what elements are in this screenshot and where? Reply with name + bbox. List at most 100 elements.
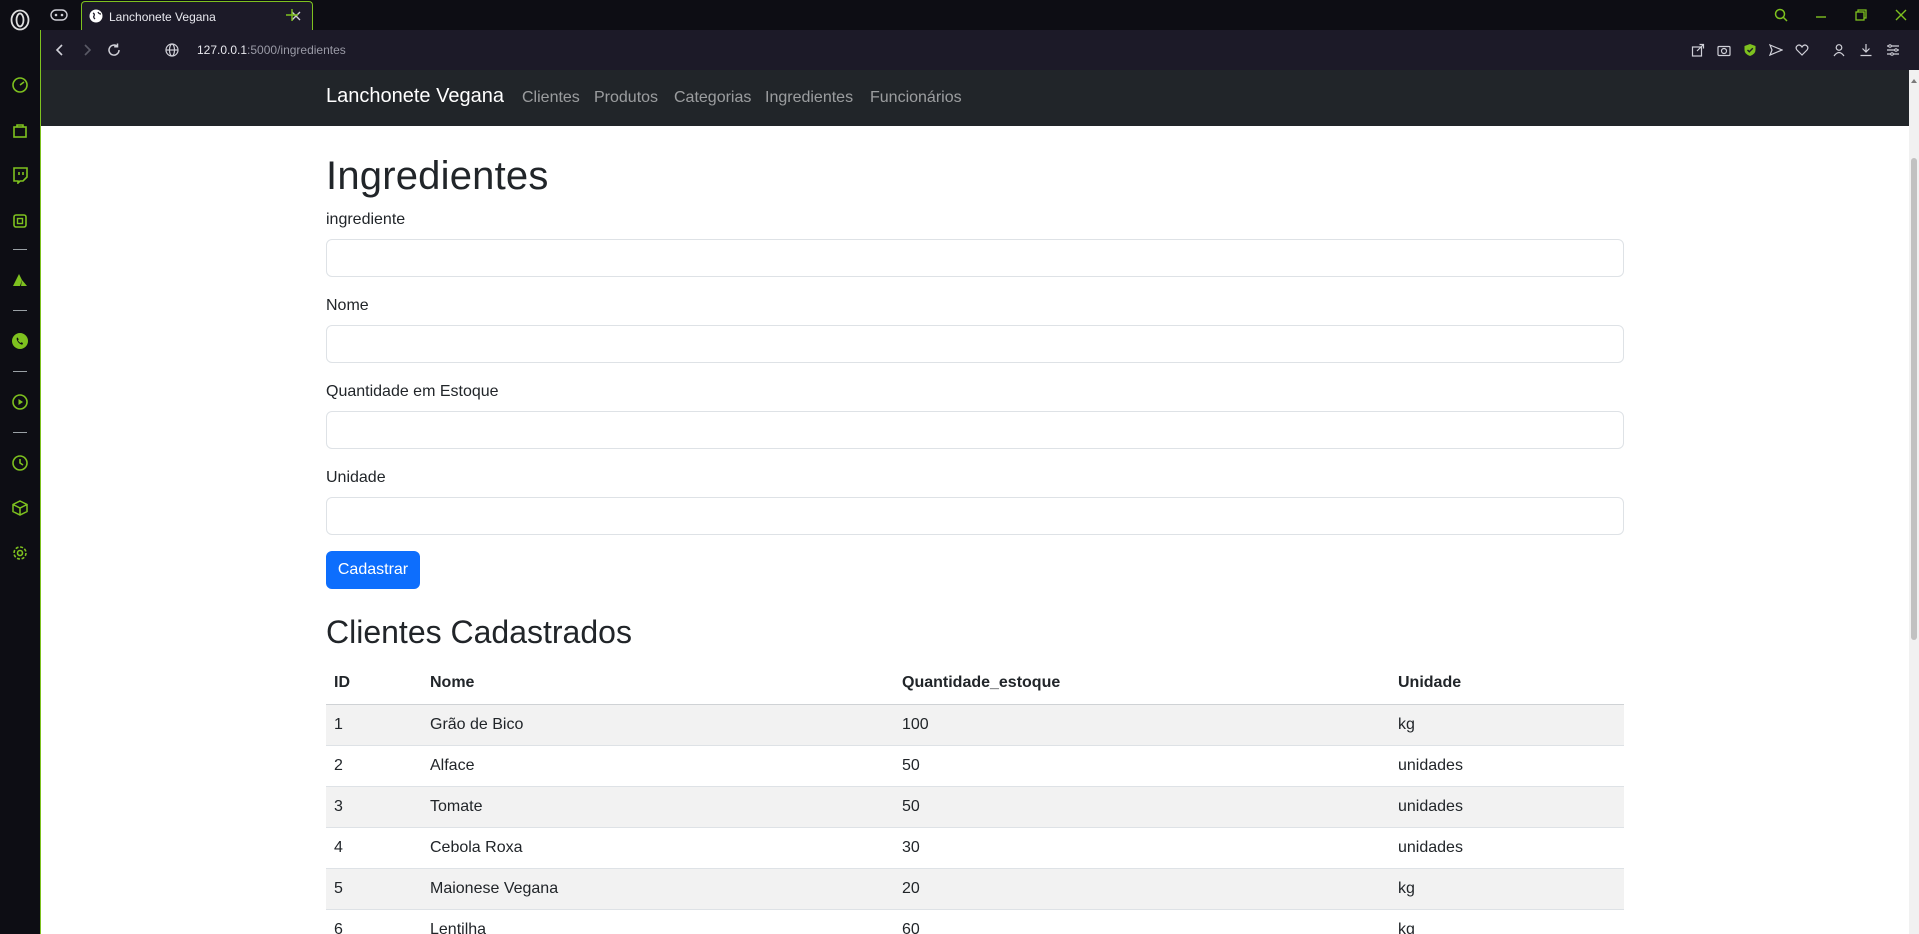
cell-quantidade: 50 (894, 786, 1390, 828)
unidade-input[interactable] (326, 497, 1624, 535)
sidebar-divider (13, 249, 27, 250)
download-icon[interactable] (1856, 40, 1876, 60)
share-icon[interactable] (1688, 40, 1708, 60)
column-header-nome: Nome (422, 663, 894, 705)
cell-nome: Tomate (422, 786, 894, 828)
nav-link-categorias[interactable]: Categorias (674, 89, 751, 107)
back-icon[interactable] (50, 40, 70, 60)
nav-link-ingredientes[interactable]: Ingredientes (765, 89, 853, 107)
table-header-row: ID Nome Quantidade_estoque Unidade (326, 663, 1624, 705)
cell-id: 2 (326, 745, 422, 787)
address-bar-url[interactable]: 127.0.0.1:5000/ingredientes (197, 43, 346, 57)
tab-strip: Lanchonete Vegana (40, 0, 1919, 32)
whatsapp-icon[interactable] (8, 329, 32, 353)
url-path: :5000/ingredientes (247, 43, 346, 57)
nav-link-produtos[interactable]: Produtos (594, 89, 658, 107)
cell-unidade: kg (1390, 868, 1624, 910)
cell-id: 1 (326, 704, 422, 746)
easy-setup-menu-icon[interactable] (1883, 40, 1903, 60)
cell-unidade: unidades (1390, 827, 1624, 869)
browser-window: Lanchonete Vegana 127.0.0.1:5000/ingredi… (0, 0, 1919, 934)
browser-sidebar (0, 0, 40, 934)
ingrediente-input[interactable] (326, 239, 1624, 277)
nome-input[interactable] (326, 325, 1624, 363)
cell-quantidade: 60 (894, 909, 1390, 934)
restore-icon[interactable] (1850, 5, 1872, 25)
column-header-unidade: Unidade (1390, 663, 1624, 705)
minimize-icon[interactable] (1810, 5, 1832, 25)
profile-icon[interactable] (1829, 40, 1849, 60)
shopping-bag-icon[interactable] (8, 118, 32, 142)
cell-id: 6 (326, 909, 422, 934)
player-icon[interactable] (8, 390, 32, 414)
settings-icon[interactable] (8, 541, 32, 565)
page-scrollbar[interactable] (1909, 70, 1919, 934)
cell-id: 3 (326, 786, 422, 828)
close-window-icon[interactable] (1890, 5, 1912, 25)
field-label-unidade: Unidade (326, 469, 386, 486)
speed-dial-icon[interactable] (8, 73, 32, 97)
cell-nome: Maionese Vegana (422, 868, 894, 910)
site-info-globe-icon[interactable] (162, 40, 182, 60)
table-row: 4 Cebola Roxa 30 unidades (326, 827, 1624, 869)
column-header-id: ID (326, 663, 422, 705)
cube-icon[interactable] (8, 496, 32, 520)
heart-icon[interactable] (1792, 40, 1812, 60)
cell-unidade: kg (1390, 704, 1624, 746)
camera-snapshot-icon[interactable] (1714, 40, 1734, 60)
navbar-brand[interactable]: Lanchonete Vegana (326, 85, 504, 108)
new-tab-plus-icon[interactable] (282, 5, 302, 25)
address-toolbar: 127.0.0.1:5000/ingredientes (40, 30, 1919, 70)
site-navbar: Lanchonete Vegana Clientes Produtos Cate… (41, 70, 1909, 126)
tab-lanchonete-vegana[interactable]: Lanchonete Vegana (81, 1, 313, 32)
cell-quantidade: 50 (894, 745, 1390, 787)
history-icon[interactable] (8, 451, 32, 475)
field-label-nome: Nome (326, 297, 369, 314)
table-row: 5 Maionese Vegana 20 kg (326, 868, 1624, 910)
sidebar-divider (13, 432, 27, 433)
cell-unidade: unidades (1390, 745, 1624, 787)
tab-title: Lanchonete Vegana (109, 10, 216, 24)
cell-nome: Lentilha (422, 909, 894, 934)
gamepad-icon[interactable] (48, 5, 70, 25)
cell-id: 5 (326, 868, 422, 910)
forward-icon[interactable] (77, 40, 97, 60)
twitch-icon[interactable] (8, 163, 32, 187)
list-title: Clientes Cadastrados (326, 614, 632, 650)
page-title: Ingredientes (326, 154, 549, 198)
table-row: 1 Grão de Bico 100 kg (326, 704, 1624, 746)
cell-id: 4 (326, 827, 422, 869)
cadastrar-button[interactable]: Cadastrar (326, 551, 420, 589)
cell-unidade: unidades (1390, 786, 1624, 828)
cell-nome: Alface (422, 745, 894, 787)
search-icon[interactable] (1770, 5, 1792, 25)
cell-unidade: kg (1390, 909, 1624, 934)
cell-quantidade: 30 (894, 827, 1390, 869)
table-row: 2 Alface 50 unidades (326, 745, 1624, 787)
globe-favicon-icon (89, 9, 103, 23)
sidebar-divider (13, 310, 27, 311)
reload-icon[interactable] (104, 40, 124, 60)
cell-quantidade: 20 (894, 868, 1390, 910)
sidebar-divider (13, 371, 27, 372)
adblock-shield-icon[interactable] (1740, 40, 1760, 60)
cell-nome: Grão de Bico (422, 704, 894, 746)
table-row: 3 Tomate 50 unidades (326, 786, 1624, 828)
quantidade-estoque-input[interactable] (326, 411, 1624, 449)
field-label-quantidade: Quantidade em Estoque (326, 383, 499, 400)
column-header-quantidade: Quantidade_estoque (894, 663, 1390, 705)
table-row: 6 Lentilha 60 kg (326, 909, 1624, 934)
nav-link-funcionarios[interactable]: Funcionários (870, 89, 962, 107)
send-icon[interactable] (1766, 40, 1786, 60)
cell-quantidade: 100 (894, 704, 1390, 746)
chip-icon[interactable] (8, 209, 32, 233)
cell-nome: Cebola Roxa (422, 827, 894, 869)
aria-icon[interactable] (8, 268, 32, 292)
scroll-up-arrow-icon[interactable] (1910, 72, 1918, 83)
nav-link-clientes[interactable]: Clientes (522, 89, 580, 107)
field-label-ingrediente: ingrediente (326, 211, 406, 228)
scrollbar-thumb[interactable] (1911, 158, 1917, 640)
ingredients-table: ID Nome Quantidade_estoque Unidade 1 Grã… (326, 663, 1624, 934)
web-page: Lanchonete Vegana Clientes Produtos Cate… (40, 70, 1909, 934)
opera-gx-logo-icon[interactable] (8, 8, 32, 32)
